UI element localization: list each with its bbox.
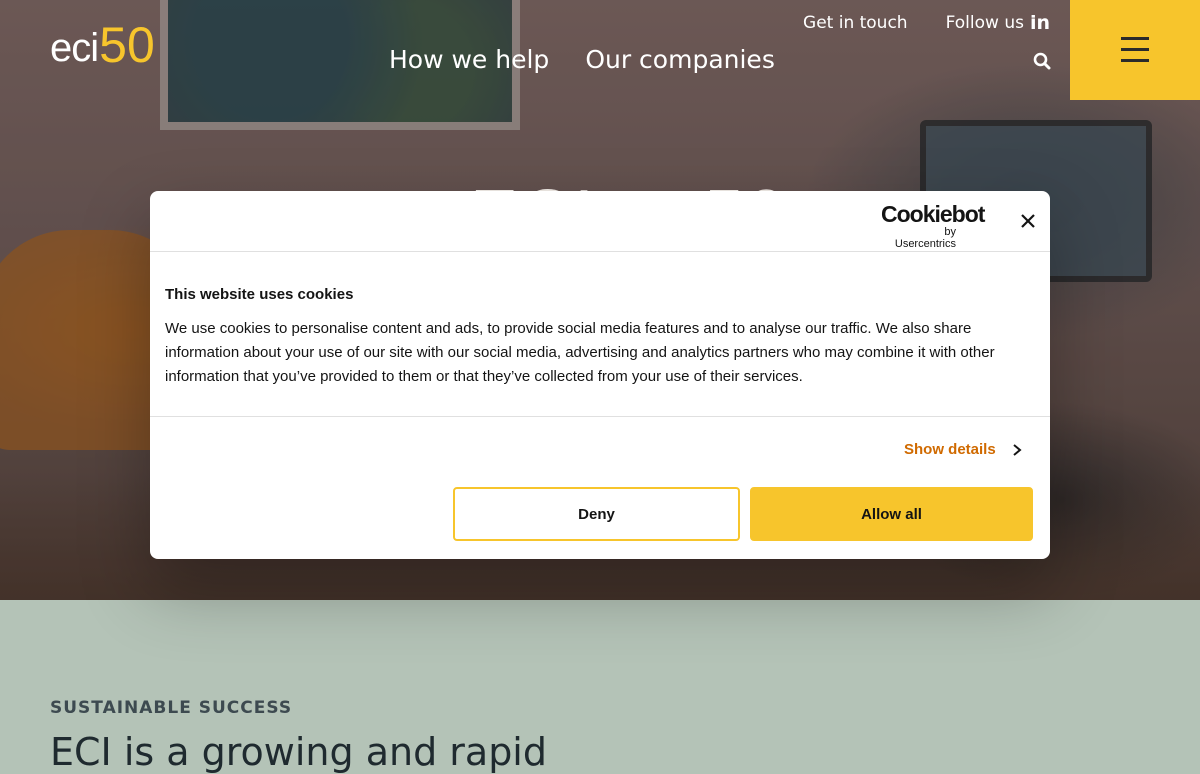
hamburger-menu-icon <box>1121 37 1149 40</box>
allow-all-button[interactable]: Allow all <box>750 487 1033 541</box>
cookie-consent-dialog: Cookiebot by Usercentrics This website u… <box>150 191 1050 559</box>
menu-button[interactable] <box>1070 0 1200 100</box>
cookie-dialog-header: Cookiebot by Usercentrics <box>150 191 1050 252</box>
search-button[interactable] <box>1032 52 1052 72</box>
follow-us-label: Follow us <box>945 13 1024 33</box>
cookiebot-logo: Cookiebot by Usercentrics <box>881 201 985 251</box>
section-kicker: SUSTAINABLE SUCCESS <box>50 698 293 718</box>
eci-50-logo[interactable]: eci 50 <box>50 20 155 70</box>
linkedin-icon: in <box>1029 12 1050 34</box>
close-icon <box>1021 214 1035 228</box>
nav-item-how-we-help[interactable]: How we help <box>389 44 549 76</box>
cookiebot-brand: Cookiebot <box>881 201 985 227</box>
cookie-heading: This website uses cookies <box>165 286 354 303</box>
deny-button[interactable]: Deny <box>453 487 740 541</box>
hamburger-line <box>1121 59 1149 62</box>
hamburger-line <box>1121 48 1149 51</box>
follow-us-link[interactable]: Follow us in <box>946 12 1050 34</box>
logo-number: 50 <box>99 17 155 73</box>
nav-item-our-companies[interactable]: Our companies <box>585 44 775 76</box>
chevron-right-icon <box>1013 443 1022 456</box>
top-links: Get in touch Follow us in <box>803 12 1050 34</box>
section-title: ECI is a growing and rapid <box>50 730 547 774</box>
cookie-dialog-body: This website uses cookies We use cookies… <box>150 252 1050 417</box>
logo-text: eci <box>50 26 99 70</box>
get-in-touch-link[interactable]: Get in touch <box>803 13 908 33</box>
close-button[interactable] <box>1018 211 1038 231</box>
search-icon <box>1033 52 1051 70</box>
show-details-label: Show details <box>904 441 996 458</box>
main-nav: How we help Our companies <box>389 44 775 76</box>
cookie-description: We use cookies to personalise content an… <box>165 320 995 385</box>
show-details-link[interactable]: Show details <box>904 441 1022 458</box>
cookiebot-brand-sub: by Usercentrics <box>894 226 956 250</box>
